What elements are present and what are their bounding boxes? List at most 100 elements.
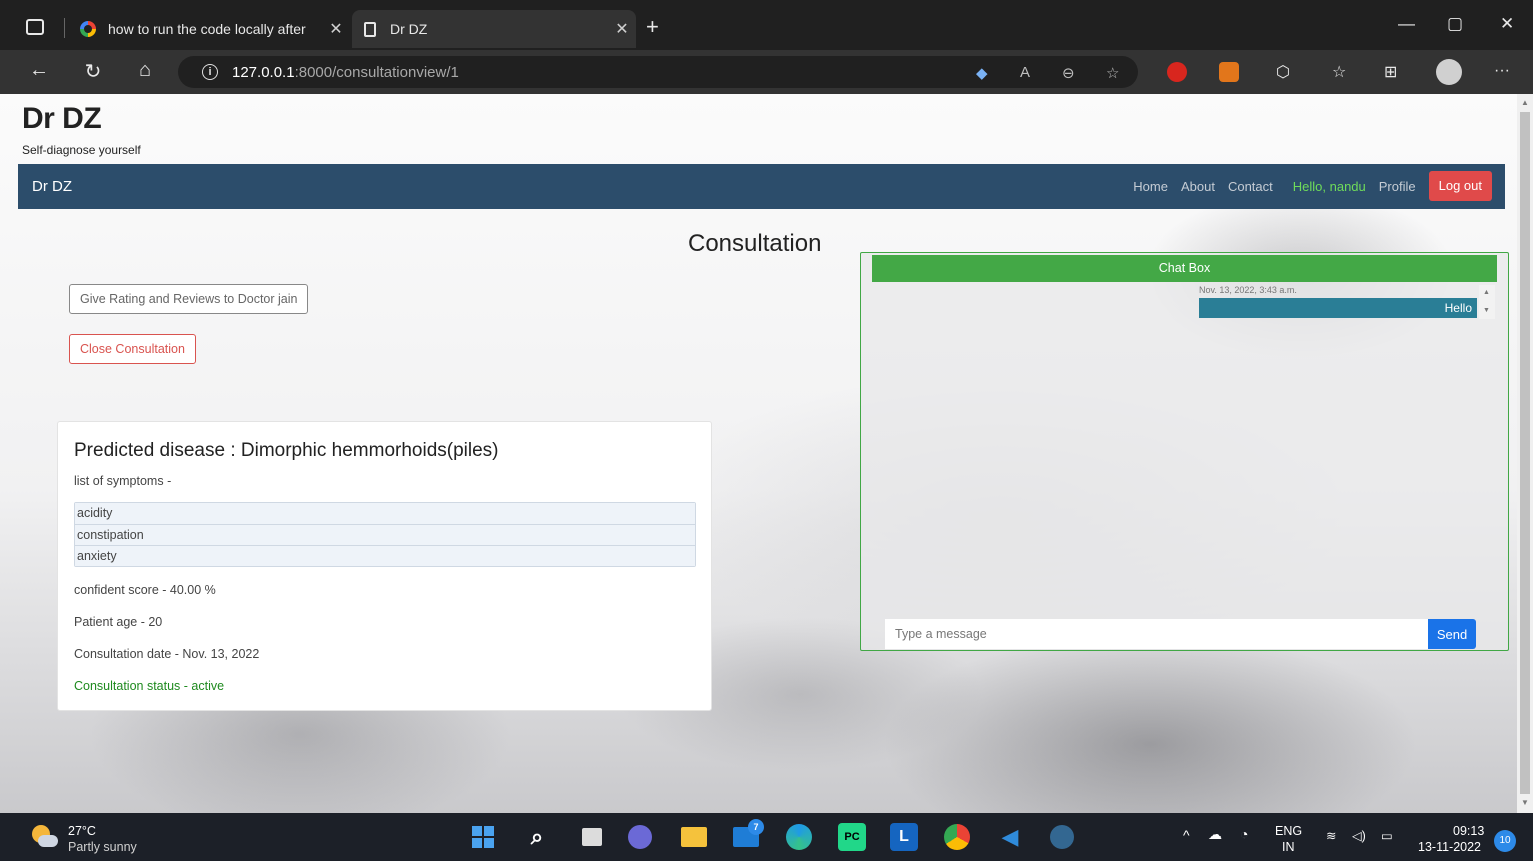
close-consultation-button[interactable]: Close Consultation: [69, 334, 196, 364]
chat-scrollbar[interactable]: ▲ ▼: [1479, 285, 1495, 319]
nav-home-link[interactable]: Home: [1133, 179, 1168, 194]
notification-badge[interactable]: 10: [1494, 830, 1516, 852]
scroll-down-icon[interactable]: ▼: [1483, 307, 1490, 314]
region-indicator[interactable]: IN: [1282, 840, 1295, 854]
message-bubble: Hello: [1199, 298, 1477, 318]
weather-description[interactable]: Partly sunny: [68, 840, 137, 854]
close-tab-icon[interactable]: ✕: [608, 19, 636, 39]
adblock-extension-icon[interactable]: [1167, 62, 1187, 82]
nav-links: Home About Contact Hello, nandu Profile …: [1120, 171, 1492, 201]
diagnosis-card: Predicted disease : Dimorphic hemmorhoid…: [57, 421, 712, 711]
send-button[interactable]: Send: [1428, 619, 1476, 649]
clock-date[interactable]: 13-11-2022: [1418, 840, 1481, 854]
info-icon[interactable]: i: [202, 64, 218, 80]
chat-box-header: Chat Box: [872, 255, 1497, 282]
browser-tab-bar: how to run the code locally after ✕ Dr D…: [0, 0, 1533, 55]
search-icon[interactable]: ⌕: [523, 823, 551, 851]
page-viewport: Dr DZ Self-diagnose yourself Dr DZ Home …: [0, 94, 1517, 813]
tab-separator: [64, 18, 65, 38]
postgres-icon[interactable]: [1048, 823, 1076, 851]
page-scrollbar[interactable]: ▲ ▼: [1517, 94, 1533, 813]
browser-toolbar: ← ↻ ⌂ i 127.0.0.1 :8000/consultationview…: [0, 50, 1533, 94]
close-window-icon[interactable]: ✕: [1500, 14, 1514, 34]
confidence-score: confident score - 40.00 %: [74, 583, 216, 597]
teams-chat-icon[interactable]: [626, 823, 654, 851]
nav-profile-link[interactable]: Profile: [1379, 179, 1416, 194]
close-tab-icon[interactable]: ✕: [322, 19, 350, 39]
back-icon[interactable]: ←: [26, 59, 52, 82]
battery-icon[interactable]: ▭: [1381, 828, 1393, 843]
symptom-item: constipation: [75, 524, 695, 545]
language-indicator[interactable]: ENG: [1275, 824, 1302, 838]
file-explorer-icon[interactable]: [680, 823, 708, 851]
site-title: Dr DZ: [22, 102, 102, 135]
tab-actions-icon[interactable]: [26, 19, 44, 35]
pycharm-icon[interactable]: PC: [838, 823, 866, 851]
l-app-icon[interactable]: L: [890, 823, 918, 851]
new-tab-icon[interactable]: +: [646, 14, 659, 40]
url-path: :8000/consultationview/1: [294, 63, 459, 81]
refresh-icon[interactable]: ↻: [80, 59, 106, 84]
more-options-icon[interactable]: ···: [1494, 62, 1510, 80]
tab-title: how to run the code locally after: [108, 21, 306, 37]
mail-icon[interactable]: 7: [732, 819, 764, 851]
symptom-item: anxiety: [75, 545, 695, 566]
symptoms-label: list of symptoms -: [74, 474, 172, 488]
scroll-down-icon[interactable]: ▼: [1521, 798, 1529, 807]
read-aloud-icon[interactable]: A: [1020, 64, 1030, 81]
collections-icon[interactable]: ⊞: [1384, 62, 1397, 82]
chrome-icon[interactable]: [943, 823, 971, 851]
browser-tab-drdz[interactable]: Dr DZ ✕: [352, 10, 636, 48]
clock-time[interactable]: 09:13: [1453, 824, 1484, 838]
favorites-icon[interactable]: ☆: [1332, 62, 1346, 82]
home-icon[interactable]: ⌂: [132, 59, 158, 82]
onedrive-icon[interactable]: ☁: [1208, 826, 1222, 843]
consultation-date: Consultation date - Nov. 13, 2022: [74, 647, 260, 661]
scroll-up-icon[interactable]: ▲: [1483, 289, 1490, 296]
symptom-item: acidity: [75, 503, 695, 524]
favorite-add-icon[interactable]: ☆: [1106, 64, 1119, 82]
mail-badge: 7: [748, 819, 764, 835]
message-timestamp: Nov. 13, 2022, 3:43 a.m.: [1199, 285, 1297, 295]
weather-temperature[interactable]: 27°C: [68, 824, 96, 838]
google-icon: [80, 21, 96, 37]
site-navbar: Dr DZ Home About Contact Hello, nandu Pr…: [18, 164, 1505, 209]
zoom-icon[interactable]: ⊖: [1062, 64, 1075, 82]
wifi-icon[interactable]: ≋: [1326, 828, 1336, 843]
nav-contact-link[interactable]: Contact: [1228, 179, 1273, 194]
volume-icon[interactable]: ◁): [1352, 828, 1366, 843]
url-host: 127.0.0.1: [232, 63, 295, 81]
edge-icon[interactable]: [785, 823, 813, 851]
tag-icon[interactable]: ◆: [976, 64, 988, 82]
rating-review-button[interactable]: Give Rating and Reviews to Doctor jain: [69, 284, 309, 314]
metamask-extension-icon[interactable]: [1219, 62, 1239, 82]
network-status-icon[interactable]: ◔: [1240, 826, 1248, 842]
task-view-icon[interactable]: [578, 823, 606, 851]
chat-message: Nov. 13, 2022, 3:43 a.m. Hello ▲ ▼: [1199, 285, 1497, 319]
predicted-disease: Predicted disease : Dimorphic hemmorhoid…: [74, 440, 499, 461]
weather-icon[interactable]: [32, 825, 58, 849]
minimize-icon[interactable]: —: [1398, 14, 1415, 34]
address-bar[interactable]: i 127.0.0.1 :8000/consultationview/1 ◆ A…: [178, 56, 1138, 88]
scroll-thumb[interactable]: [1520, 112, 1530, 794]
maximize-icon[interactable]: ▢: [1447, 14, 1463, 34]
scroll-up-icon[interactable]: ▲: [1521, 98, 1529, 107]
logout-button[interactable]: Log out: [1428, 171, 1492, 201]
symptoms-list: acidity constipation anxiety: [74, 502, 696, 567]
profile-avatar-icon[interactable]: [1436, 59, 1462, 85]
windows-taskbar: 27°C Partly sunny ⌕ 7 PC L ◀ ^ ☁ ◔ ENG I…: [0, 813, 1533, 861]
show-hidden-icons[interactable]: ^: [1183, 827, 1190, 843]
nav-about-link[interactable]: About: [1181, 179, 1215, 194]
site-tagline: Self-diagnose yourself: [22, 143, 141, 157]
user-greeting: Hello, nandu: [1292, 178, 1366, 194]
browser-tab-google[interactable]: how to run the code locally after ✕: [70, 10, 350, 48]
patient-age: Patient age - 20: [74, 615, 163, 629]
chat-box: Chat Box Nov. 13, 2022, 3:43 a.m. Hello …: [860, 252, 1509, 651]
tab-title: Dr DZ: [390, 21, 428, 37]
consultation-status: Consultation status - active: [74, 679, 225, 693]
extensions-icon[interactable]: ⬡: [1276, 62, 1290, 82]
start-icon[interactable]: [469, 823, 497, 851]
navbar-brand[interactable]: Dr DZ: [32, 178, 72, 195]
vscode-icon[interactable]: ◀: [996, 823, 1024, 851]
message-input[interactable]: [885, 619, 1428, 649]
